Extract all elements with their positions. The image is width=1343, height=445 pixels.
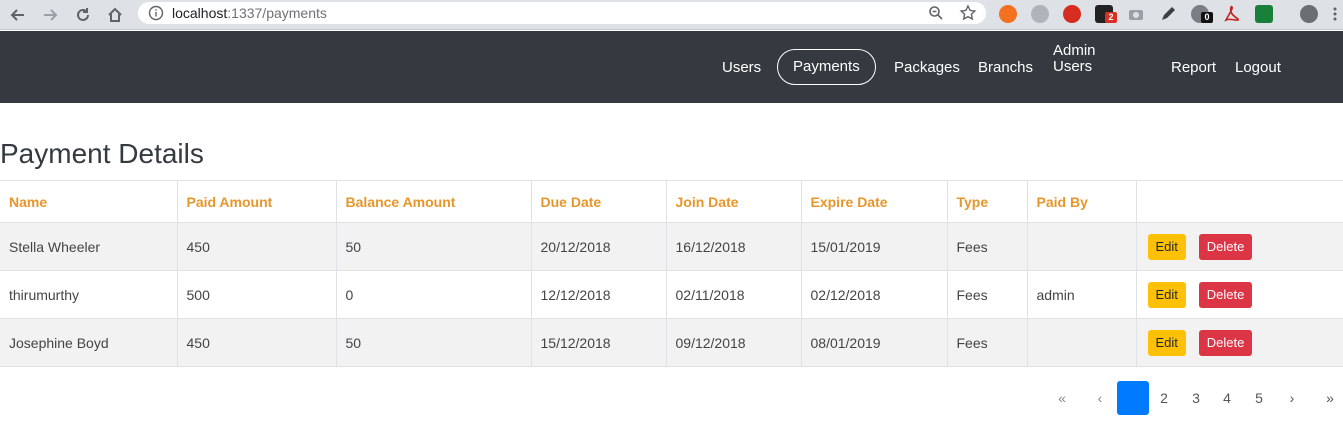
pagination-last[interactable]: » [1318, 381, 1342, 415]
edit-label: Edit [1155, 238, 1178, 254]
pagination-page-2[interactable]: 2 [1152, 381, 1176, 415]
pagination-page-1[interactable]: 1 [1117, 381, 1149, 415]
column-header: Balance Amount [336, 180, 532, 223]
extension-orange-icon[interactable] [999, 5, 1017, 23]
menu-dots-icon[interactable] [1332, 5, 1338, 23]
edit-label: Edit [1155, 286, 1178, 302]
cell-paid-by: admin [1027, 270, 1137, 319]
browser-toolbar: localhost:1337/payments 2 0 [0, 0, 1343, 30]
address-bar[interactable]: localhost:1337/payments [138, 2, 986, 24]
pencil-icon[interactable] [1159, 5, 1177, 23]
delete-button[interactable]: Delete [1198, 329, 1253, 356]
nav-users[interactable]: Users [722, 59, 761, 76]
cell-paid-amount: 500 [177, 270, 337, 319]
home-icon[interactable] [104, 4, 126, 26]
delete-button[interactable]: Delete [1198, 281, 1253, 308]
cell-balance-amount: 0 [336, 270, 532, 319]
cell-due-date: 20/12/2018 [531, 222, 667, 271]
cell-join-date: 16/12/2018 [666, 222, 802, 271]
pagination-page-4[interactable]: 4 [1215, 381, 1239, 415]
table-header-row: Name Paid Amount Balance Amount Due Date… [0, 180, 1343, 223]
bookmark-star-icon[interactable] [959, 4, 977, 22]
extension-shield-icon[interactable] [1063, 5, 1081, 23]
column-header: Name [0, 180, 178, 223]
pagination-prev[interactable]: ‹ [1088, 381, 1112, 415]
nav-logout[interactable]: Logout [1235, 59, 1281, 76]
extension-badge: 2 [1105, 12, 1117, 23]
profile-avatar-icon[interactable] [1300, 5, 1318, 23]
nav-report[interactable]: Report [1171, 59, 1216, 76]
cell-paid-by [1027, 222, 1137, 271]
cell-name: Josephine Boyd [0, 318, 178, 367]
cell-join-date: 09/12/2018 [666, 318, 802, 367]
extension-globe-icon[interactable] [1031, 5, 1049, 23]
cell-paid-amount: 450 [177, 222, 337, 271]
cell-paid-by [1027, 318, 1137, 367]
url-path: :1337/payments [227, 5, 327, 21]
cell-type: Fees [947, 222, 1028, 271]
cell-name: Stella Wheeler [0, 222, 178, 271]
reload-icon[interactable] [72, 4, 94, 26]
column-header: Expire Date [801, 180, 948, 223]
column-header: Type [947, 180, 1028, 223]
payments-table: Name Paid Amount Balance Amount Due Date… [0, 180, 1343, 367]
edit-label: Edit [1155, 334, 1178, 350]
table-row: thirumurthy 500 0 12/12/2018 02/11/2018 … [0, 270, 1343, 319]
nav-admin-users[interactable]: Admin Users [1053, 43, 1113, 75]
cell-balance-amount: 50 [336, 222, 532, 271]
column-header: Due Date [531, 180, 667, 223]
page-title: Payment Details [0, 138, 204, 169]
cell-actions: Edit Delete [1136, 270, 1343, 319]
cell-type: Fees [947, 318, 1028, 367]
pagination-page-5[interactable]: 5 [1247, 381, 1271, 415]
nav-payments[interactable]: Payments [777, 49, 876, 85]
url-host: localhost [172, 5, 228, 21]
url-text: localhost:1337/payments [172, 5, 327, 21]
cell-due-date: 15/12/2018 [531, 318, 667, 367]
nav-packages[interactable]: Packages [894, 59, 960, 76]
cell-join-date: 02/11/2018 [666, 270, 802, 319]
forward-icon[interactable] [39, 4, 61, 26]
cell-paid-amount: 450 [177, 318, 337, 367]
nav-branchs[interactable]: Branchs [978, 59, 1033, 76]
cell-name: thirumurthy [0, 270, 178, 319]
cell-expire-date: 15/01/2019 [801, 222, 948, 271]
table-row: Stella Wheeler 450 50 20/12/2018 16/12/2… [0, 222, 1343, 271]
cell-balance-amount: 50 [336, 318, 532, 367]
extension-badge: 0 [1201, 12, 1213, 23]
column-header-actions [1136, 180, 1343, 223]
camera-icon[interactable] [1127, 5, 1145, 23]
pagination-first[interactable]: « [1050, 381, 1074, 415]
edit-button[interactable]: Edit [1147, 329, 1186, 356]
edit-button[interactable]: Edit [1147, 281, 1186, 308]
pagination-page-3[interactable]: 3 [1184, 381, 1208, 415]
pdf-icon[interactable] [1223, 5, 1241, 23]
info-icon[interactable] [148, 5, 164, 21]
delete-button[interactable]: Delete [1198, 233, 1253, 260]
column-header: Paid Amount [177, 180, 337, 223]
pagination-next[interactable]: › [1280, 381, 1304, 415]
table-row: Josephine Boyd 450 50 15/12/2018 09/12/2… [0, 318, 1343, 367]
zoom-icon[interactable] [928, 5, 944, 21]
column-header: Join Date [666, 180, 802, 223]
edit-button[interactable]: Edit [1147, 233, 1186, 260]
column-header: Paid By [1027, 180, 1137, 223]
back-icon[interactable] [7, 4, 29, 26]
cell-type: Fees [947, 270, 1028, 319]
cell-actions: Edit Delete [1136, 318, 1343, 367]
main-navbar: Users Payments Packages Branchs Admin Us… [0, 31, 1343, 103]
cell-expire-date: 08/01/2019 [801, 318, 948, 367]
cell-expire-date: 02/12/2018 [801, 270, 948, 319]
extension-green-icon[interactable] [1255, 5, 1273, 23]
cell-due-date: 12/12/2018 [531, 270, 667, 319]
cell-actions: Edit Delete [1136, 222, 1343, 271]
